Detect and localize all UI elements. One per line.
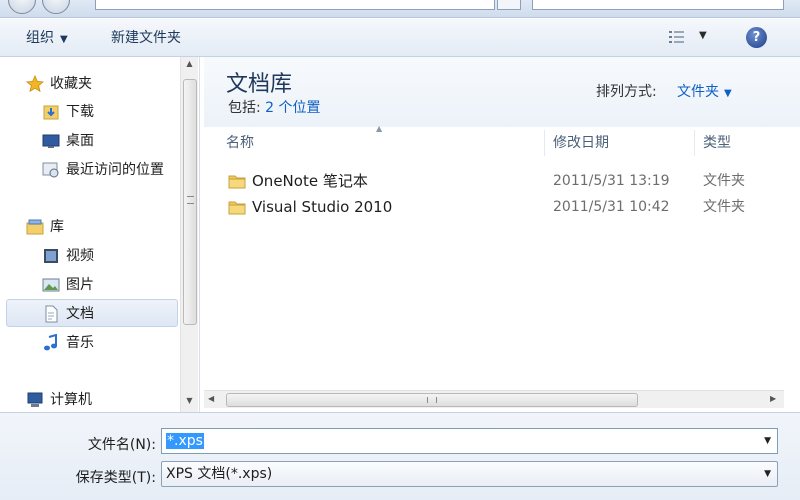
document-icon bbox=[45, 305, 58, 323]
column-header-type[interactable]: 类型 bbox=[695, 130, 784, 156]
nav-item-label: 文档 bbox=[66, 306, 94, 322]
library-header: 文档库 包括: 2 个位置 排列方式: 文件夹 ▼ bbox=[204, 57, 800, 127]
file-name: Visual Studio 2010 bbox=[252, 198, 393, 216]
file-row[interactable]: OneNote 笔记本 2011/5/31 13:19 文件夹 bbox=[218, 168, 784, 194]
picture-icon bbox=[42, 278, 60, 292]
nav-item-label: 库 bbox=[50, 219, 64, 235]
column-header-name[interactable]: 名称 bbox=[218, 130, 545, 156]
star-icon bbox=[26, 75, 44, 93]
arrange-by-label: 排列方式: bbox=[596, 84, 657, 100]
organize-label: 组织 bbox=[26, 30, 54, 46]
file-name: OneNote 笔记本 bbox=[252, 172, 368, 190]
download-folder-icon bbox=[43, 105, 59, 120]
locations-link[interactable]: 2 个位置 bbox=[265, 100, 320, 116]
folder-icon bbox=[228, 201, 246, 215]
file-row[interactable]: Visual Studio 2010 2011/5/31 10:42 文件夹 bbox=[218, 194, 784, 220]
nav-item-label: 视频 bbox=[66, 248, 94, 264]
horizontal-scrollbar[interactable]: ◀ ▶ bbox=[204, 390, 784, 408]
nav-item-label: 桌面 bbox=[66, 133, 94, 149]
scroll-grip bbox=[427, 397, 437, 403]
view-options-icon[interactable] bbox=[668, 29, 686, 45]
filename-label: 文件名(N): bbox=[87, 437, 156, 453]
help-icon[interactable]: ? bbox=[746, 27, 767, 48]
nav-item-pictures[interactable]: 图片 bbox=[42, 272, 94, 298]
organize-button[interactable]: 组织 ▼ bbox=[26, 28, 68, 48]
address-input[interactable] bbox=[95, 0, 495, 10]
filetype-select[interactable]: XPS 文档(*.xps) ▼ bbox=[161, 461, 778, 487]
library-title: 文档库 bbox=[226, 72, 293, 97]
save-form: 文件名(N): *.xps ▼ 保存类型(T): XPS 文档(*.xps) ▼ bbox=[0, 412, 800, 500]
video-icon bbox=[44, 249, 58, 263]
file-list-pane: 文档库 包括: 2 个位置 排列方式: 文件夹 ▼ 名称 ▲ 修改日期 类型 On… bbox=[204, 57, 800, 412]
file-type: 文件夹 bbox=[703, 199, 745, 215]
column-header-row: 名称 ▲ 修改日期 类型 bbox=[218, 124, 784, 156]
new-folder-button[interactable]: 新建文件夹 bbox=[111, 28, 181, 48]
filename-input[interactable]: *.xps ▼ bbox=[161, 428, 778, 454]
nav-item-videos[interactable]: 视频 bbox=[42, 243, 94, 269]
nav-item-recent-places[interactable]: 最近访问的位置 bbox=[42, 157, 164, 183]
scroll-up-icon[interactable]: ▲ bbox=[181, 59, 198, 73]
computer-icon bbox=[27, 392, 43, 407]
nav-item-label: 计算机 bbox=[50, 392, 92, 408]
desktop-icon bbox=[42, 134, 60, 148]
scroll-grip bbox=[187, 196, 194, 204]
address-dropdown-button[interactable] bbox=[497, 0, 521, 10]
column-header-date[interactable]: 修改日期 bbox=[545, 130, 695, 156]
nav-item-downloads[interactable]: 下载 bbox=[42, 99, 94, 125]
folder-icon bbox=[228, 175, 246, 189]
library-icon bbox=[26, 219, 44, 235]
nav-item-label: 图片 bbox=[66, 277, 94, 293]
sort-ascending-icon: ▲ bbox=[376, 124, 383, 133]
scroll-down-icon[interactable]: ▼ bbox=[181, 396, 198, 410]
nav-item-music[interactable]: 音乐 bbox=[42, 330, 94, 356]
address-bar-strip bbox=[0, 0, 800, 18]
nav-item-documents[interactable]: 文档 bbox=[42, 301, 94, 327]
toolbar: 组织 ▼ 新建文件夹 ▼ ? bbox=[0, 19, 800, 57]
nav-item-label: 音乐 bbox=[66, 335, 94, 351]
music-icon bbox=[44, 334, 57, 351]
scroll-left-icon[interactable]: ◀ bbox=[208, 394, 214, 403]
horizontal-scroll-thumb[interactable] bbox=[226, 393, 638, 407]
file-type: 文件夹 bbox=[703, 173, 745, 189]
arrange-by-dropdown[interactable]: 文件夹 ▼ bbox=[677, 81, 732, 101]
nav-scrollbar[interactable]: ▲ ▼ bbox=[180, 57, 198, 412]
nav-item-label: 最近访问的位置 bbox=[66, 162, 164, 178]
file-date: 2011/5/31 10:42 bbox=[553, 199, 670, 215]
arrange-by-value: 文件夹 bbox=[677, 84, 719, 100]
view-dropdown-icon[interactable]: ▼ bbox=[699, 30, 707, 41]
file-date: 2011/5/31 13:19 bbox=[553, 173, 670, 189]
chevron-down-icon: ▼ bbox=[60, 34, 68, 45]
back-button[interactable] bbox=[8, 0, 36, 14]
nav-item-desktop[interactable]: 桌面 bbox=[42, 128, 94, 154]
chevron-down-icon[interactable]: ▼ bbox=[764, 429, 771, 453]
scroll-right-icon[interactable]: ▶ bbox=[770, 394, 776, 403]
library-includes: 包括: 2 个位置 bbox=[228, 97, 321, 117]
search-input[interactable] bbox=[532, 0, 784, 10]
nav-scroll-thumb[interactable] bbox=[183, 79, 197, 325]
includes-prefix: 包括: bbox=[228, 100, 261, 116]
forward-button[interactable] bbox=[42, 0, 70, 14]
chevron-down-icon[interactable]: ▼ bbox=[764, 462, 771, 486]
nav-item-label: 收藏夹 bbox=[50, 76, 92, 92]
filename-value: *.xps bbox=[166, 433, 204, 449]
chevron-down-icon: ▼ bbox=[724, 88, 732, 99]
filetype-value: XPS 文档(*.xps) bbox=[166, 466, 273, 482]
filetype-label: 保存类型(T): bbox=[75, 470, 156, 486]
recent-places-icon bbox=[42, 162, 59, 178]
navigation-pane: 收藏夹 下载 桌面 最近访问的位置 库 视频 图片 文档 音乐 计算机 ▲ ▼ bbox=[0, 57, 200, 412]
nav-item-favorites[interactable]: 收藏夹 bbox=[26, 71, 92, 97]
nav-item-computer[interactable]: 计算机 bbox=[26, 387, 92, 413]
nav-item-label: 下载 bbox=[66, 104, 94, 120]
nav-item-libraries[interactable]: 库 bbox=[26, 214, 64, 240]
